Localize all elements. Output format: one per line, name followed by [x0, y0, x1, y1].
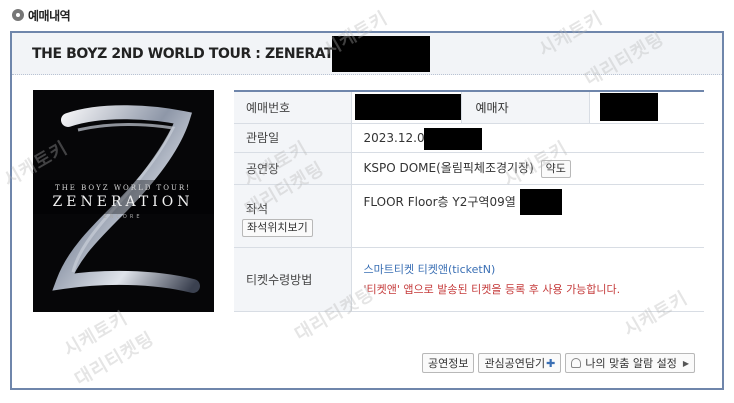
venue-label: 공연장: [234, 152, 352, 185]
action-buttons: 공연정보 관심공연담기 ✚ 나의 맞춤 알람 설정 ▶: [421, 353, 695, 373]
show-info-button[interactable]: 공연정보: [421, 353, 475, 373]
alarm-settings-label: 나의 맞춤 알람 설정: [585, 357, 677, 370]
redacted-block: [354, 94, 461, 120]
add-interest-button[interactable]: 관심공연담기 ✚: [478, 353, 562, 373]
seat-label-cell: 좌석 좌석위치보기: [234, 184, 352, 248]
redacted-block: [519, 188, 562, 215]
show-info-label: 공연정보: [427, 357, 469, 370]
seat-label: 좌석: [246, 202, 269, 216]
plus-icon: ✚: [546, 356, 556, 370]
add-interest-label: 관심공연담기: [484, 357, 546, 370]
poster-sub-text: ENCORE: [104, 214, 143, 220]
date-value-cell: 2023.12.0: [351, 123, 704, 153]
table-row: 티켓수령방법 스마트티켓 티켓앤(ticketN) '티켓앤' 앱으로 발송된 …: [234, 247, 705, 312]
venue-value-cell: KSPO DOME(올림픽체조경기장) 약도: [351, 152, 704, 185]
reservation-no-value: [351, 91, 461, 124]
reservation-panel: THE BOYZ 2ND WORLD TOUR : ZENERATION - T…: [10, 31, 724, 390]
ticket-method-note: '티켓앤' 앱으로 발송된 티켓을 등록 후 사용 가능합니다.: [363, 283, 621, 296]
ticket-method-label: 티켓수령방법: [234, 247, 352, 312]
alarm-settings-button[interactable]: 나의 맞춤 알람 설정 ▶: [565, 353, 695, 373]
table-row: 관람일 2023.12.0: [234, 123, 704, 153]
redacted-block: [599, 93, 658, 121]
ticket-method-cell: 스마트티켓 티켓앤(ticketN) '티켓앤' 앱으로 발송된 티켓을 등록 …: [351, 247, 705, 312]
date-value: 2023.12.0: [363, 130, 425, 145]
venue-value: KSPO DOME(올림픽체조경기장): [363, 160, 534, 175]
poster-top-text: THE BOYZ WORLD TOUR!: [55, 184, 191, 192]
table-row: 좌석 좌석위치보기 FLOOR Floor층 Y2구역09열: [234, 184, 704, 248]
table-row: 공연장 KSPO DOME(올림픽체조경기장) 약도: [234, 152, 704, 185]
poster-main-text: ZENERATION: [53, 194, 194, 210]
redacted-block: [332, 36, 430, 72]
event-title-bar: THE BOYZ 2ND WORLD TOUR : ZENERATION -: [12, 33, 722, 75]
seat-value: FLOOR Floor층 Y2구역09열: [363, 194, 516, 209]
gear-icon: [12, 9, 24, 21]
reservation-no-label: 예매번호: [234, 91, 352, 124]
redacted-block: [423, 127, 482, 150]
ticket-method-link[interactable]: 스마트티켓 티켓앤(ticketN): [364, 261, 705, 277]
seat-value-cell: FLOOR Floor층 Y2구역09열: [351, 184, 704, 248]
bell-icon: [571, 358, 582, 368]
seat-view-button[interactable]: 좌석위치보기: [242, 219, 313, 237]
date-label: 관람일: [234, 123, 352, 153]
map-button[interactable]: 약도: [540, 159, 571, 178]
section-title: 예매내역: [28, 8, 71, 23]
reservation-info-table: 예매번호 예매자 관람일 2023.12.0 공연장 KSPO DOME(올림픽…: [234, 90, 704, 312]
section-header: 예매내역: [12, 7, 71, 23]
table-row: 예매번호 예매자: [234, 91, 704, 124]
event-poster: THE BOYZ WORLD TOUR! ZENERATION ENCORE: [33, 90, 214, 312]
event-title: THE BOYZ 2ND WORLD TOUR : ZENERATION -: [32, 46, 371, 62]
booker-value: [589, 91, 704, 124]
chevron-right-icon: ▶: [682, 358, 689, 368]
booker-label: 예매자: [460, 91, 590, 124]
